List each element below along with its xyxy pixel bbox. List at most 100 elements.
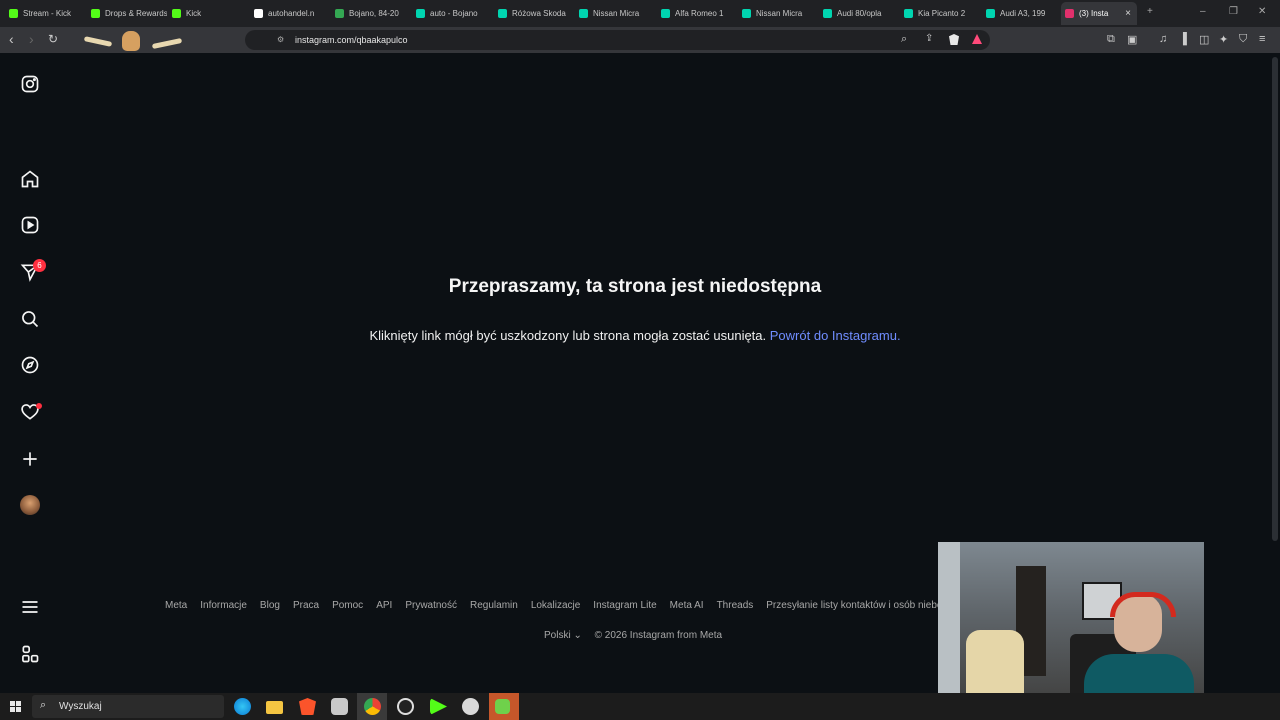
search-icon[interactable] bbox=[20, 309, 40, 329]
footer-link[interactable]: API bbox=[376, 600, 392, 611]
language-label[interactable]: Polski bbox=[544, 630, 571, 641]
footer-link[interactable]: Threads bbox=[717, 600, 754, 611]
tab-label: Nissan Micra bbox=[756, 9, 803, 18]
browser-tab[interactable]: Drops & Rewards bbox=[87, 2, 167, 25]
browser-tab[interactable]: Kick bbox=[168, 2, 248, 25]
new-tab-icon[interactable]: + bbox=[1147, 6, 1153, 17]
tab-label: Kick bbox=[186, 9, 202, 18]
browser-tab[interactable]: Kia Picanto 2 bbox=[900, 2, 980, 25]
browser-tab[interactable]: Bojano, 84-20 bbox=[331, 2, 411, 25]
app-taskbar-icon[interactable] bbox=[331, 698, 348, 715]
extensions-icon[interactable]: ⧉ bbox=[1107, 33, 1115, 46]
share-icon[interactable]: ⇪ bbox=[925, 33, 933, 44]
brave-taskbar-icon[interactable] bbox=[299, 698, 316, 715]
active-browser-tab[interactable]: (3) Insta × bbox=[1061, 2, 1137, 25]
sidebar-toggle-icon[interactable]: ▐ bbox=[1179, 33, 1187, 45]
brave-shields-icon[interactable] bbox=[949, 34, 959, 45]
menu-icon[interactable]: ≡ bbox=[1259, 33, 1265, 45]
also-from-meta-icon[interactable] bbox=[20, 644, 40, 664]
language-selector[interactable]: Polski ⌄ bbox=[544, 630, 582, 641]
tab-label: autohandel.n bbox=[268, 9, 315, 18]
browser-tab[interactable]: Audi 80/opla bbox=[819, 2, 899, 25]
browser-tab[interactable]: auto - Bojano bbox=[412, 2, 492, 25]
windows-start-icon[interactable] bbox=[10, 701, 22, 713]
kick-icon bbox=[9, 9, 18, 18]
otomoto-icon bbox=[904, 9, 913, 18]
tab-label: Bojano, 84-20 bbox=[349, 9, 399, 18]
vpn-icon[interactable]: ⛉ bbox=[1239, 33, 1247, 46]
footer-link[interactable]: Przesyłanie listy kontaktów i osób niebę… bbox=[766, 600, 938, 611]
footer-link[interactable]: Instagram Lite bbox=[593, 600, 656, 611]
leo-ai-icon[interactable]: ✦ bbox=[1219, 33, 1228, 46]
footer-link[interactable]: Regulamin bbox=[470, 600, 518, 611]
close-window-icon[interactable]: ✕ bbox=[1258, 6, 1266, 17]
tab-label: Alfa Romeo 1 bbox=[675, 9, 724, 18]
more-menu-icon[interactable] bbox=[20, 597, 40, 617]
decorative-cat-overlay bbox=[83, 31, 184, 51]
otomoto-icon bbox=[742, 9, 751, 18]
restore-icon[interactable]: ❐ bbox=[1229, 6, 1238, 17]
maps-pin-icon bbox=[335, 9, 344, 18]
footer-link[interactable]: Blog bbox=[260, 600, 280, 611]
windows-taskbar: ⌕ Wyszukaj bbox=[0, 693, 1280, 720]
footer-link[interactable]: Pomoc bbox=[332, 600, 363, 611]
taskbar-search[interactable]: ⌕ Wyszukaj bbox=[32, 695, 224, 718]
instagram-icon bbox=[1065, 9, 1074, 18]
wallet-icon[interactable]: ◫ bbox=[1199, 33, 1209, 46]
browser-tab-strip: Stream - Kick Drops & Rewards Kick autohand… bbox=[0, 0, 1280, 27]
browser-tab[interactable]: Nissan Micra bbox=[738, 2, 818, 25]
reels-icon[interactable] bbox=[20, 215, 40, 235]
footer-link[interactable]: Meta AI bbox=[670, 600, 704, 611]
edge-icon[interactable] bbox=[234, 698, 251, 715]
footer-link[interactable]: Lokalizacje bbox=[531, 600, 580, 611]
tab-label: Audi A3, 199 bbox=[1000, 9, 1046, 18]
close-tab-icon[interactable]: × bbox=[1125, 8, 1131, 19]
media-icon[interactable]: ♫ bbox=[1159, 33, 1167, 45]
create-icon[interactable] bbox=[20, 449, 40, 469]
browser-tab[interactable]: Stream - Kick bbox=[5, 2, 85, 25]
browser-tab[interactable]: Nissan Micra bbox=[575, 2, 655, 25]
error-message-text: Kliknięty link mógł być uszkodzony lub s… bbox=[369, 328, 767, 343]
page-scrollbar[interactable] bbox=[1270, 53, 1280, 693]
kick-icon bbox=[91, 9, 100, 18]
back-to-instagram-link[interactable]: Powrót do Instagramu. bbox=[770, 328, 901, 343]
tab-label: Audi 80/opla bbox=[837, 9, 882, 18]
notification-badge: 6 bbox=[33, 259, 46, 272]
taskbar-search-placeholder[interactable]: Wyszukaj bbox=[59, 701, 102, 712]
browser-tab[interactable]: autohandel.n bbox=[250, 2, 330, 25]
back-icon[interactable]: ‹ bbox=[9, 32, 14, 46]
footer-link[interactable]: Prywatność bbox=[405, 600, 457, 611]
tab-label: Stream - Kick bbox=[23, 9, 72, 18]
footer-link[interactable]: Meta bbox=[165, 600, 187, 611]
file-explorer-icon[interactable] bbox=[266, 701, 283, 714]
chrome-icon[interactable] bbox=[364, 698, 381, 715]
explore-icon[interactable] bbox=[20, 355, 40, 375]
footer-link[interactable]: Informacje bbox=[200, 600, 247, 611]
tab-label: auto - Bojano bbox=[430, 9, 478, 18]
home-icon[interactable] bbox=[20, 169, 40, 189]
scrollbar-thumb[interactable] bbox=[1272, 57, 1278, 541]
copyright: © 2026 Instagram from Meta bbox=[594, 630, 723, 641]
tiktok-icon bbox=[254, 9, 263, 18]
instagram-logo-icon[interactable] bbox=[20, 74, 40, 94]
address-bar[interactable]: ⚙ instagram.com/qbaakapulco ⌕ ⇪ bbox=[245, 30, 990, 50]
browser-tab[interactable]: Alfa Romeo 1 bbox=[657, 2, 737, 25]
profile-avatar[interactable] bbox=[20, 495, 40, 515]
site-info-icon[interactable]: ⚙ bbox=[277, 35, 284, 44]
footer-bottom: Polski ⌄ © 2026 Instagram from Meta bbox=[544, 630, 722, 641]
minimize-icon[interactable]: – bbox=[1200, 6, 1206, 17]
kick-taskbar-icon[interactable] bbox=[430, 698, 447, 715]
obs-icon[interactable] bbox=[397, 698, 414, 715]
browser-tab[interactable]: Różowa Skoda bbox=[494, 2, 574, 25]
app2-taskbar-icon[interactable] bbox=[462, 698, 479, 715]
url-text[interactable]: instagram.com/qbaakapulco bbox=[295, 35, 408, 45]
otomoto-icon bbox=[986, 9, 995, 18]
brave-rewards-icon[interactable] bbox=[972, 34, 982, 44]
forward-icon[interactable]: › bbox=[29, 32, 34, 46]
reload-icon[interactable]: ↻ bbox=[48, 32, 58, 46]
reader-icon[interactable]: ▣ bbox=[1127, 33, 1137, 46]
app3-taskbar-icon[interactable] bbox=[495, 699, 510, 714]
zoom-icon[interactable]: ⌕ bbox=[901, 33, 907, 46]
browser-tab[interactable]: Audi A3, 199 bbox=[982, 2, 1062, 25]
footer-link[interactable]: Praca bbox=[293, 600, 319, 611]
